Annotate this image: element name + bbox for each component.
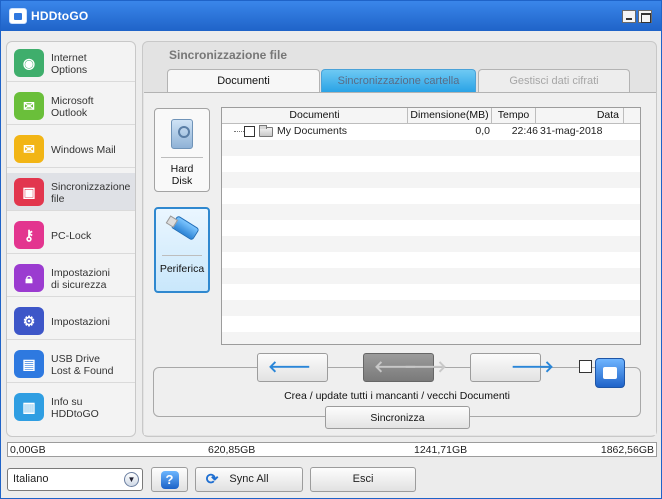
help-icon: ? <box>160 471 179 489</box>
arrow-left-icon: 🡐 <box>268 359 311 376</box>
sidebar-item-label: Windows Mail <box>51 144 116 156</box>
capacity-tick: 620,85GB <box>208 444 256 456</box>
sync-to-pc-button[interactable]: 🡐 <box>257 353 328 382</box>
help-button[interactable]: ? <box>151 467 188 492</box>
row-date: 31-mag-2018 <box>540 125 603 137</box>
mail-icon: ✉ <box>14 135 44 163</box>
row-size: 0,0 <box>475 125 490 137</box>
sidebar-item-label: Sincronizzazione file <box>51 181 131 205</box>
usb-drive-icon <box>170 215 200 241</box>
table-body <box>222 124 640 344</box>
refresh-icon: ⟳ <box>205 471 219 488</box>
sync-description: Crea / update tutti i mancanti / vecchi … <box>284 390 510 402</box>
outlook-icon: ✉ <box>14 92 44 120</box>
briefcase-icon: ▥ <box>14 393 44 421</box>
auto-sync-checkbox[interactable] <box>579 360 592 373</box>
sidebar-item-security-settings[interactable]: 🔒︎ Impostazioni di sicurezza <box>7 259 135 297</box>
column-header-date[interactable]: Data <box>536 108 624 124</box>
globe-icon: ◉ <box>14 49 44 77</box>
sidebar-item-windows-mail[interactable]: ✉ Windows Mail <box>7 130 135 168</box>
row-name: My Documents <box>277 125 348 137</box>
arrow-right-icon: 🡒 <box>404 359 447 376</box>
sync-to-device-button[interactable]: 🡒 <box>470 353 554 382</box>
exit-button[interactable]: Esci <box>310 467 416 492</box>
sync-all-label: Sync All <box>229 473 269 485</box>
tab-encrypted-data[interactable]: Gestisci dati cifrati <box>478 69 630 92</box>
row-checkbox[interactable] <box>244 126 255 137</box>
sync-all-button[interactable]: ⟳ Sync All <box>195 467 303 492</box>
maximize-button[interactable] <box>638 10 652 23</box>
sidebar-item-label: Impostazioni <box>51 316 110 328</box>
tab-documents[interactable]: Documenti <box>167 69 320 92</box>
hard-disk-button[interactable]: Hard Disk <box>154 108 210 192</box>
capacity-tick: 0,00GB <box>10 444 46 456</box>
app-logo-icon <box>9 8 27 24</box>
lock-icon: 🔒︎ <box>14 264 44 292</box>
minimize-button[interactable] <box>622 10 636 23</box>
column-header-size[interactable]: Dimensione(MB) <box>408 108 492 124</box>
row-time: 22:46 <box>511 125 538 137</box>
app-window: HDDtoGO ◉ Internet Options ✉ Microsoft O… <box>0 0 662 499</box>
hard-disk-icon <box>171 119 193 149</box>
sidebar: ◉ Internet Options ✉ Microsoft Outlook ✉… <box>6 41 136 437</box>
sidebar-item-label: Microsoft Outlook <box>51 95 94 119</box>
divider <box>161 157 203 158</box>
folder-icon <box>259 125 273 137</box>
language-select[interactable]: Italiano ▼ <box>7 468 143 491</box>
window-title: HDDtoGO <box>31 9 89 23</box>
device-button[interactable]: Periferica <box>154 207 210 293</box>
sidebar-item-about[interactable]: ▥ Info su HDDtoGO <box>7 388 135 426</box>
sidebar-item-usb-lost-found[interactable]: ▤ USB Drive Lost & Found <box>7 345 135 383</box>
synchronize-button[interactable]: Sincronizza <box>325 406 470 429</box>
capacity-tick: 1862,56GB <box>600 444 654 456</box>
device-label: Periferica <box>159 263 205 275</box>
gears-icon: ⚙ <box>14 307 44 335</box>
table-row[interactable]: My Documents 0,0 22:46 31-mag-2018 <box>222 124 640 140</box>
column-header-time[interactable]: Tempo <box>492 108 536 124</box>
sidebar-item-label: PC-Lock <box>51 230 92 242</box>
language-value: Italiano <box>13 473 49 485</box>
capacity-bar: 0,00GB 620,85GB 1241,71GB 1862,56GB <box>7 442 657 457</box>
divider <box>162 255 202 256</box>
sync-both-button[interactable]: 🡐 🡒 <box>363 353 447 382</box>
arrow-right-icon: 🡒 <box>511 359 554 376</box>
sidebar-item-pc-lock[interactable]: ⚷ PC-Lock <box>7 216 135 254</box>
sidebar-item-internet-options[interactable]: ◉ Internet Options <box>7 44 135 82</box>
page-title: Sincronizzazione file <box>169 48 288 62</box>
chevron-down-icon[interactable]: ▼ <box>124 472 139 487</box>
sidebar-item-microsoft-outlook[interactable]: ✉ Microsoft Outlook <box>7 87 135 125</box>
column-header-documents[interactable]: Documenti <box>222 108 408 124</box>
sidebar-item-label: Internet Options <box>51 52 88 76</box>
title-bar[interactable]: HDDtoGO <box>1 1 661 31</box>
hard-disk-label: Hard Disk <box>170 163 194 187</box>
key-icon: ⚷ <box>14 221 44 249</box>
folder-sync-icon: ▣ <box>14 178 44 206</box>
capacity-tick: 1241,71GB <box>414 444 468 456</box>
usb-icon: ▤ <box>14 350 44 378</box>
sidebar-item-label: USB Drive Lost & Found <box>51 353 114 377</box>
documents-table[interactable]: Documenti Dimensione(MB) Tempo Data My D… <box>221 107 641 345</box>
tab-folder-sync[interactable]: Sincronizzazione cartella <box>321 69 476 92</box>
sidebar-item-file-sync[interactable]: ▣ Sincronizzazione file <box>7 173 135 211</box>
sidebar-item-settings[interactable]: ⚙ Impostazioni <box>7 302 135 340</box>
sidebar-item-label: Info su HDDtoGO <box>51 396 99 420</box>
hddtogo-sync-icon <box>595 358 625 388</box>
sidebar-item-label: Impostazioni di sicurezza <box>51 267 110 291</box>
table-header: Documenti Dimensione(MB) Tempo Data <box>222 108 640 124</box>
